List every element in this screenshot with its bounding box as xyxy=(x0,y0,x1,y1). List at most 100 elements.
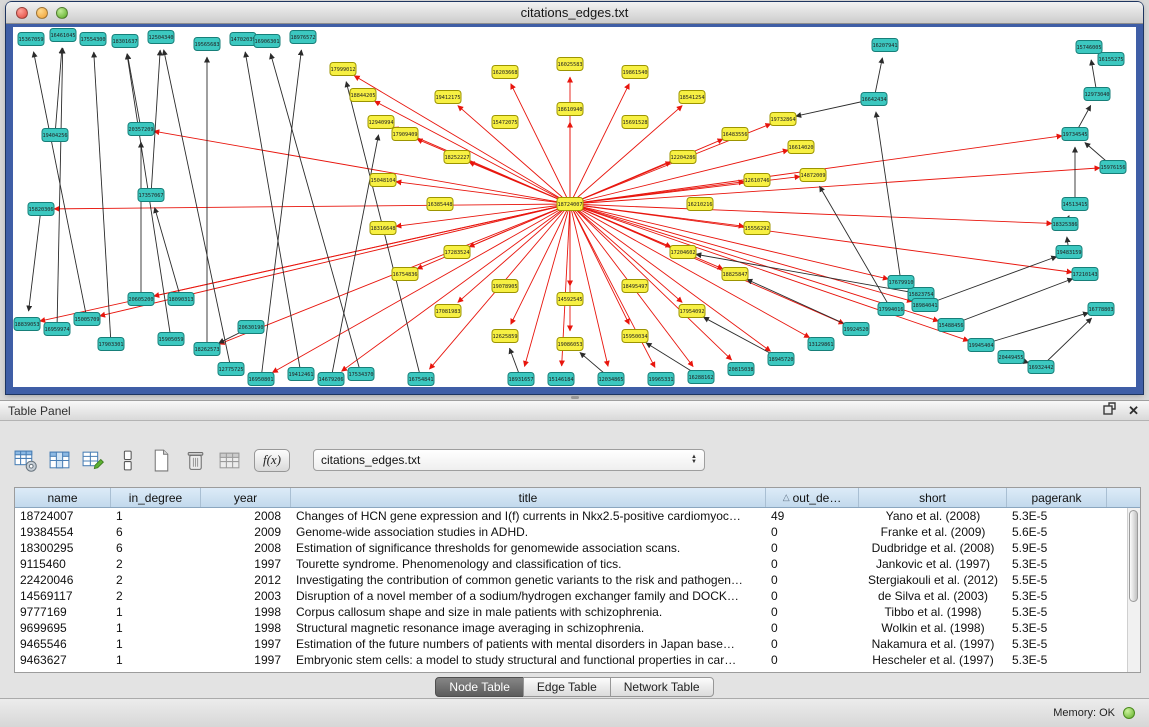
table-row[interactable]: 946554611997Estimation of the future num… xyxy=(15,636,1127,652)
tab-node-table[interactable]: Node Table xyxy=(435,677,524,697)
graph-node[interactable]: 14679206 xyxy=(318,373,344,386)
table-scrollbar[interactable] xyxy=(1127,508,1140,672)
column-header-in_degree[interactable]: in_degree xyxy=(111,488,201,507)
graph-edge[interactable] xyxy=(272,204,570,373)
graph-node[interactable]: 18252227 xyxy=(444,151,470,164)
graph-node[interactable]: 17210143 xyxy=(1072,268,1098,281)
graph-edge[interactable] xyxy=(164,50,231,369)
network-canvas[interactable]: 1872400716025583198615401854125416483556… xyxy=(13,27,1136,387)
graph-node[interactable]: 15556292 xyxy=(744,222,770,235)
graph-node[interactable]: 16288162 xyxy=(688,371,714,384)
table-selector[interactable]: citations_edges.txt ▲▼ xyxy=(313,449,705,471)
graph-node[interactable]: 17554300 xyxy=(80,33,106,46)
graph-node[interactable]: 18984041 xyxy=(912,299,938,312)
graph-node[interactable]: 16754836 xyxy=(392,268,418,281)
function-builder-button[interactable]: f(x) xyxy=(254,449,290,472)
graph-node[interactable]: 20605200 xyxy=(128,293,154,306)
graph-node[interactable]: 17357067 xyxy=(138,189,164,202)
graph-node[interactable]: 15820306 xyxy=(28,203,54,216)
graph-node[interactable]: 12940994 xyxy=(368,116,394,129)
graph-node[interactable]: 15367059 xyxy=(18,33,44,46)
scrollbar-thumb[interactable] xyxy=(1129,510,1138,602)
graph-node[interactable]: 19732864 xyxy=(770,113,796,126)
graph-node[interactable]: 18610940 xyxy=(557,103,583,116)
graph-edge[interactable] xyxy=(570,84,629,204)
graph-node[interactable]: 20630190 xyxy=(238,321,264,334)
graph-node[interactable]: 16950801 xyxy=(248,373,274,386)
graph-node[interactable]: 12204286 xyxy=(670,151,696,164)
graph-node[interactable]: 17954092 xyxy=(679,305,705,318)
float-panel-icon[interactable] xyxy=(1103,402,1116,420)
graph-node[interactable]: 16906301 xyxy=(254,35,280,48)
graph-node[interactable]: 18301637 xyxy=(112,35,138,48)
graph-node[interactable]: 16778803 xyxy=(1088,303,1114,316)
graph-node[interactable]: 18090313 xyxy=(168,293,194,306)
graph-node[interactable]: 16754841 xyxy=(408,373,434,386)
graph-node[interactable]: 16207941 xyxy=(872,39,898,52)
column-header-title[interactable]: title xyxy=(291,488,766,507)
graph-edge[interactable] xyxy=(511,204,570,324)
table-row[interactable]: 969969511998Structural magnetic resonanc… xyxy=(15,620,1127,636)
delete-table-icon[interactable] xyxy=(182,447,209,474)
graph-node[interactable]: 13129861 xyxy=(808,338,834,351)
graph-edge[interactable] xyxy=(1041,318,1092,367)
window-zoom-button[interactable] xyxy=(56,7,68,19)
close-panel-icon[interactable]: ✕ xyxy=(1128,404,1139,417)
graph-node[interactable]: 17994016 xyxy=(878,303,904,316)
table-mode-icon[interactable] xyxy=(12,447,39,474)
graph-node[interactable]: 17909409 xyxy=(392,128,418,141)
table-row[interactable]: 1830029562008Estimation of significance … xyxy=(15,540,1127,556)
graph-node[interactable]: 19924520 xyxy=(843,323,869,336)
graph-node[interactable]: 15746005 xyxy=(1076,41,1102,54)
graph-node[interactable]: 18724007 xyxy=(557,198,583,211)
graph-node[interactable]: 19078905 xyxy=(492,280,518,293)
graph-node[interactable]: 16932442 xyxy=(1028,361,1054,374)
graph-node[interactable]: 18839053 xyxy=(14,318,40,331)
graph-node[interactable]: 16642434 xyxy=(861,93,887,106)
graph-node[interactable]: 19404256 xyxy=(42,129,68,142)
column-header-name[interactable]: name xyxy=(15,488,111,507)
graph-node[interactable]: 17283524 xyxy=(444,246,470,259)
graph-node[interactable]: 19861540 xyxy=(622,66,648,79)
graph-node[interactable]: 14872009 xyxy=(800,169,826,182)
graph-node[interactable]: 19412175 xyxy=(435,91,461,104)
graph-edge[interactable] xyxy=(94,52,111,344)
show-column-icon[interactable] xyxy=(46,447,73,474)
graph-node[interactable]: 14513415 xyxy=(1062,198,1088,211)
window-titlebar[interactable]: citations_edges.txt xyxy=(6,2,1143,24)
graph-node[interactable]: 15950034 xyxy=(622,330,648,343)
graph-edge[interactable] xyxy=(54,204,570,209)
graph-edge[interactable] xyxy=(154,131,570,204)
import-table-icon[interactable] xyxy=(216,447,243,474)
graph-edge[interactable] xyxy=(876,112,901,282)
graph-edge[interactable] xyxy=(29,209,41,311)
column-header-out_de[interactable]: △out_de… xyxy=(766,488,859,507)
table-row[interactable]: 911546021997Tourette syndrome. Phenomeno… xyxy=(15,556,1127,572)
graph-node[interactable]: 14592545 xyxy=(557,293,583,306)
graph-node[interactable]: 12610746 xyxy=(744,174,770,187)
graph-node[interactable]: 15905059 xyxy=(158,333,184,346)
graph-edge[interactable] xyxy=(375,101,570,204)
graph-node[interactable]: 19945404 xyxy=(968,339,994,352)
graph-edge[interactable] xyxy=(34,52,87,319)
graph-edge[interactable] xyxy=(331,135,379,379)
graph-edge[interactable] xyxy=(951,279,1073,325)
graph-node[interactable]: 15005709 xyxy=(74,313,100,326)
graph-edge[interactable] xyxy=(570,168,1100,204)
tab-edge-table[interactable]: Edge Table xyxy=(523,677,611,697)
graph-node[interactable]: 17081983 xyxy=(435,305,461,318)
graph-node[interactable]: 20815038 xyxy=(728,363,754,376)
table-row[interactable]: 1938455462009Genome-wide association stu… xyxy=(15,524,1127,540)
graph-node[interactable]: 18316648 xyxy=(370,222,396,235)
graph-node[interactable]: 18931657 xyxy=(508,373,534,386)
graph-node[interactable]: 12775725 xyxy=(218,363,244,376)
graph-node[interactable]: 16461045 xyxy=(50,29,76,42)
graph-node[interactable]: 16203668 xyxy=(492,66,518,79)
column-header-year[interactable]: year xyxy=(201,488,291,507)
graph-node[interactable]: 19734545 xyxy=(1062,128,1088,141)
table-row[interactable]: 2242004622012Investigating the contribut… xyxy=(15,572,1127,588)
table-row[interactable]: 1456911722003Disruption of a novel membe… xyxy=(15,588,1127,604)
graph-node[interactable]: 16959974 xyxy=(44,323,70,336)
graph-node[interactable]: 16025583 xyxy=(557,58,583,71)
graph-node[interactable]: 15146184 xyxy=(548,373,574,386)
